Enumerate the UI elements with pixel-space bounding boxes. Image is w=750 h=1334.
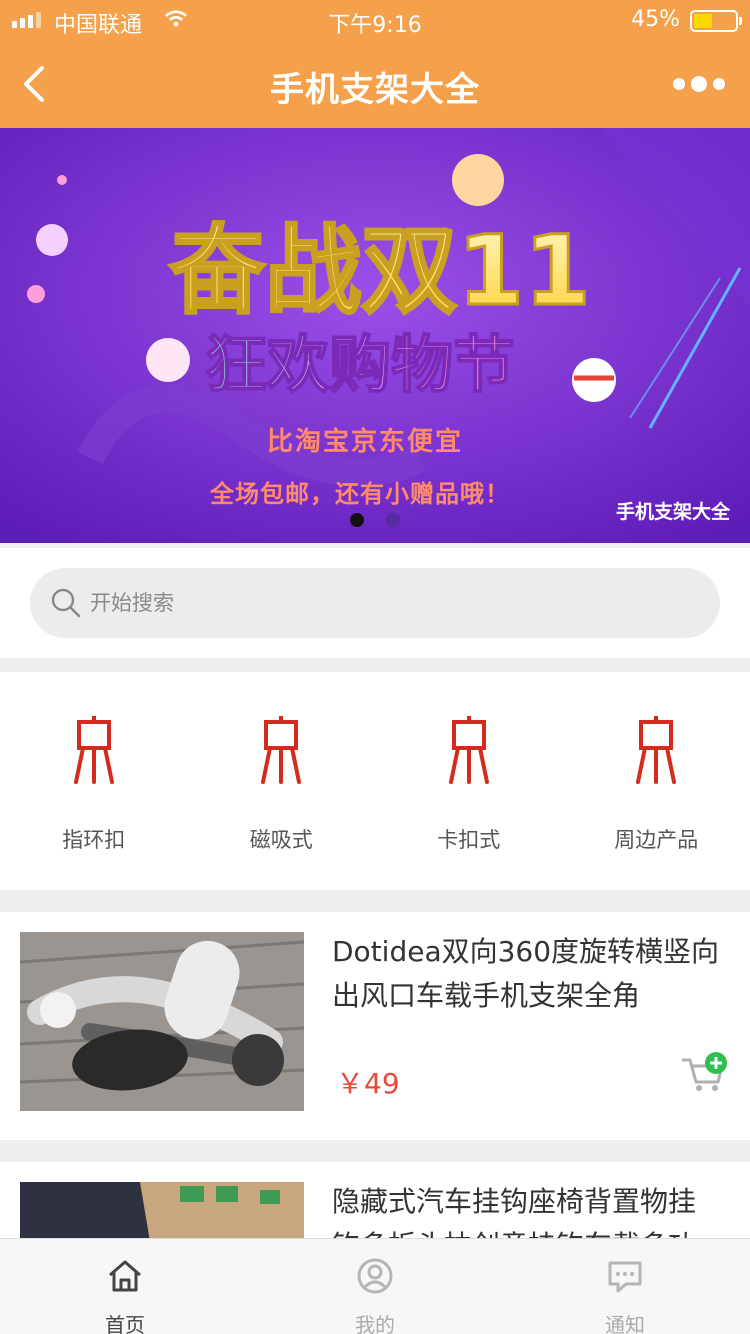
category-label: 磁吸式: [249, 828, 313, 852]
carousel-dot[interactable]: [386, 513, 400, 527]
search-bar[interactable]: [30, 568, 720, 638]
easel-icon: [261, 716, 302, 784]
tab-label: 首页: [105, 1313, 145, 1334]
add-to-cart-icon[interactable]: [680, 1052, 728, 1092]
status-bar: 中国联通 下午9:16 45%: [0, 0, 750, 40]
product-price: ￥49: [336, 1067, 400, 1100]
product-name[interactable]: Dotidea双向360度旋转横竖向出风口车载手机支架全角: [332, 930, 722, 1018]
easel-icon: [73, 716, 114, 784]
category-finger-ring[interactable]: 指环扣: [0, 672, 188, 890]
banner-subheadline: 狂欢购物节: [205, 328, 515, 401]
product-card[interactable]: 隐藏式汽车挂钩座椅背置物挂钩多折头枕创意挂钩车载多功: [0, 1162, 750, 1238]
banner-headline: 奋战双11: [169, 215, 591, 327]
banner-artwork: 奋战双11 狂欢购物节 比淘宝京东便宜 全场包邮，还有小赠品哦！ 手机支架大全: [0, 128, 750, 543]
search-input[interactable]: [90, 568, 690, 638]
message-icon: [608, 1261, 642, 1293]
nav-bar: 手机支架大全: [0, 40, 750, 128]
product-image[interactable]: [20, 1182, 304, 1238]
category-label: 指环扣: [62, 828, 126, 852]
tab-home[interactable]: 首页: [0, 1239, 250, 1334]
easel-icon: [636, 716, 677, 784]
tab-label: 我的: [355, 1313, 395, 1334]
category-label: 卡扣式: [437, 828, 501, 852]
banner-line2: 全场包邮，还有小赠品哦！: [209, 480, 510, 508]
carousel-indicator: [0, 513, 750, 527]
carousel-dot[interactable]: [350, 513, 364, 527]
category-label: 周边产品: [614, 828, 699, 852]
product-card[interactable]: Dotidea双向360度旋转横竖向出风口车载手机支架全角 ￥49: [0, 912, 750, 1140]
promo-banner[interactable]: 奋战双11 狂欢购物节 比淘宝京东便宜 全场包邮，还有小赠品哦！ 手机支架大全: [0, 128, 750, 543]
product-image[interactable]: [20, 932, 304, 1111]
more-icon[interactable]: [670, 72, 728, 96]
banner-line1: 比淘宝京东便宜: [267, 426, 463, 457]
page-title: 手机支架大全: [270, 70, 480, 110]
battery-percent: 45%: [631, 7, 680, 32]
category-clip[interactable]: 卡扣式: [375, 672, 563, 890]
product-name[interactable]: 隐藏式汽车挂钩座椅背置物挂钩多折头枕创意挂钩车载多功: [332, 1180, 722, 1238]
category-grid: 指环扣 磁吸式 卡扣式 周边产品: [0, 672, 750, 890]
home-icon: [109, 1260, 141, 1292]
user-icon: [357, 1258, 393, 1294]
tab-label: 通知: [605, 1313, 645, 1334]
search-icon: [51, 588, 81, 618]
easel-icon: [448, 716, 489, 784]
tab-profile[interactable]: 我的: [250, 1239, 500, 1334]
tab-notifications[interactable]: 通知: [500, 1239, 750, 1334]
battery-icon: [690, 10, 742, 32]
category-accessories[interactable]: 周边产品: [563, 672, 750, 890]
tab-bar: 首页 我的 通知: [0, 1238, 750, 1334]
category-magnetic[interactable]: 磁吸式: [188, 672, 376, 890]
search-section: [0, 548, 750, 658]
